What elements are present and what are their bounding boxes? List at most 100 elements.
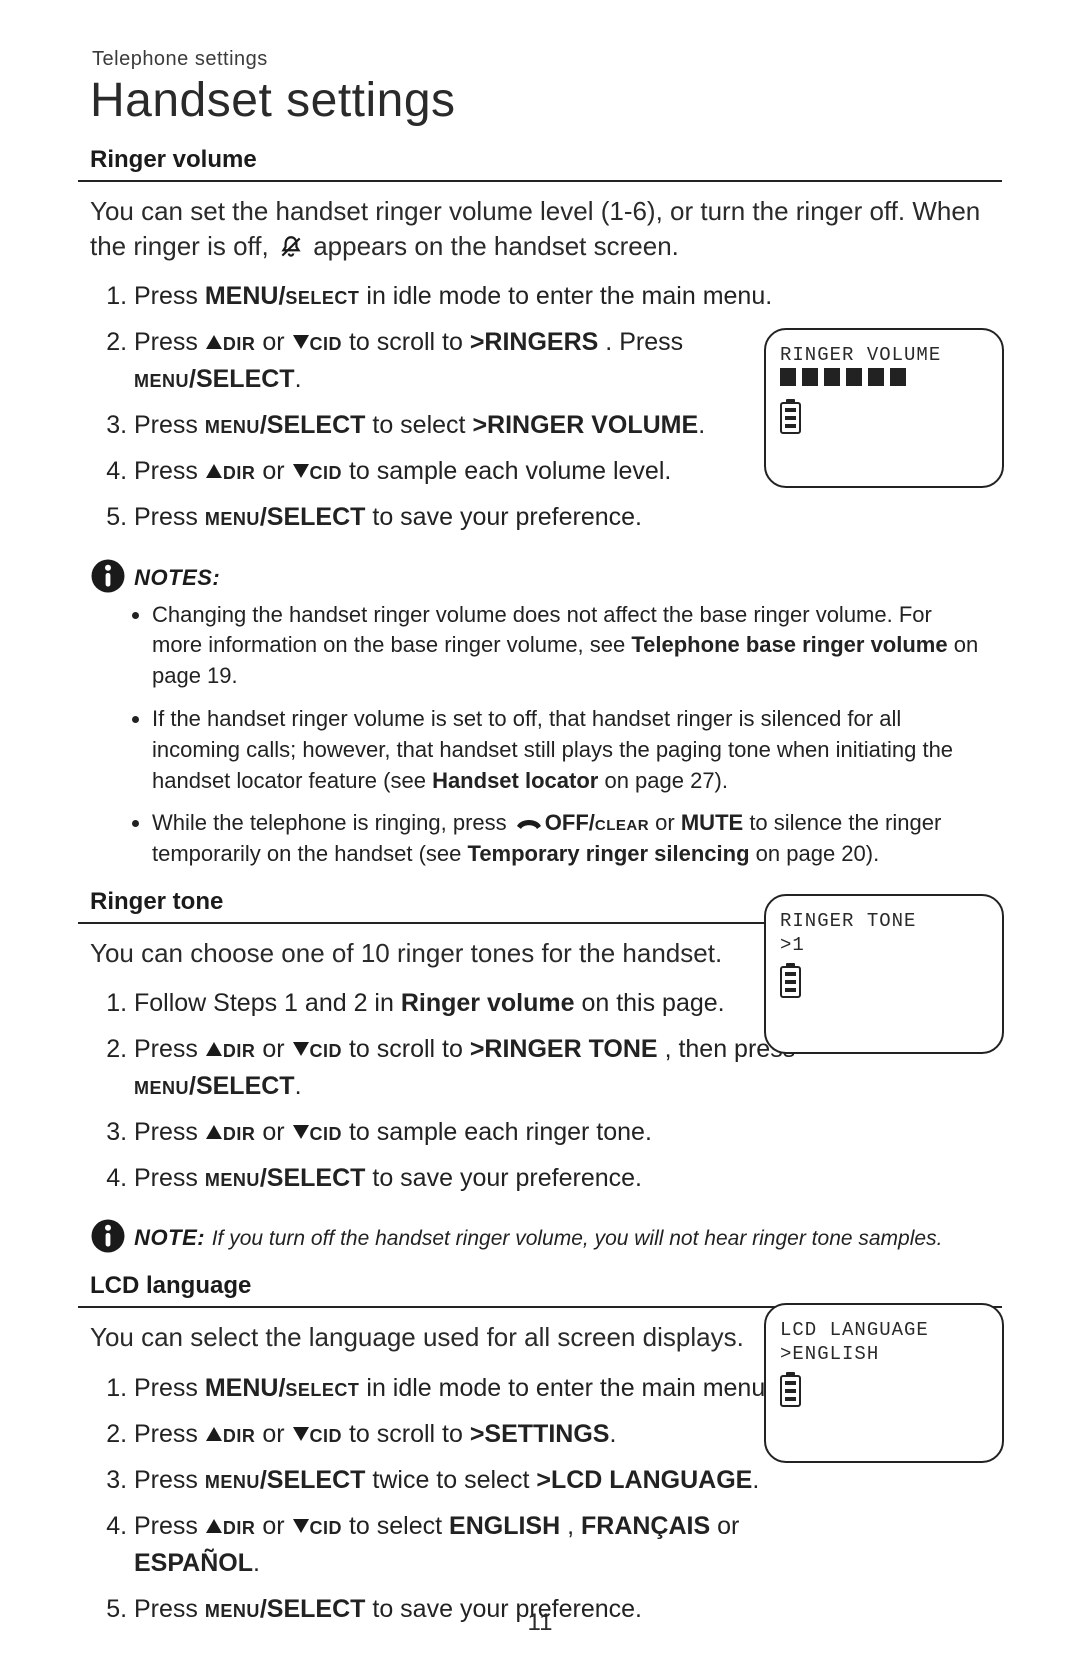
- t: or: [262, 1512, 291, 1540]
- t: to scroll to: [349, 1035, 470, 1063]
- t: Ringer volume: [401, 989, 575, 1017]
- t: /SELECT: [260, 1164, 366, 1192]
- t: or: [262, 1118, 291, 1146]
- t: or: [262, 328, 291, 356]
- t: >RINGER TONE: [470, 1035, 658, 1063]
- step-4: Press dir or cid to sample each volume l…: [134, 453, 802, 489]
- notes-label: NOTES:: [134, 565, 220, 590]
- note-label: NOTE:: [134, 1225, 212, 1250]
- step-1: Press MENU/select in idle mode to enter …: [134, 1370, 802, 1406]
- t: cid: [310, 1512, 343, 1540]
- t: menu: [134, 365, 189, 393]
- t: Press: [134, 282, 205, 310]
- t: Press: [134, 1374, 205, 1402]
- notes-heading: NOTES:: [90, 558, 990, 594]
- t: Telephone base ringer volume: [631, 632, 947, 657]
- info-icon: [90, 1218, 126, 1254]
- step-4: Press menu/SELECT to save your preferenc…: [134, 1160, 802, 1196]
- t: ENGLISH: [449, 1512, 560, 1540]
- t: or: [655, 810, 681, 835]
- t: FRANÇAIS: [581, 1512, 710, 1540]
- arrow-up-icon: [206, 464, 222, 478]
- arrow-down-icon: [293, 335, 309, 349]
- lcd-preview-ringer-volume: RINGER VOLUME: [764, 328, 1004, 488]
- key-menu-select: MENU/select: [205, 1374, 367, 1402]
- lcd-preview-lcd-language: LCD LANGUAGE >ENGLISH: [764, 1303, 1004, 1463]
- t: dir: [223, 1420, 256, 1448]
- hangup-icon: [515, 810, 543, 828]
- t: on page 20).: [756, 841, 880, 866]
- arrow-up-icon: [206, 335, 222, 349]
- t: dir: [223, 1512, 256, 1540]
- t: Press: [134, 457, 205, 485]
- ringer-volume-steps: Press MENU/select in idle mode to enter …: [84, 278, 802, 536]
- t: or: [262, 457, 291, 485]
- bell-off-icon: [278, 234, 304, 260]
- t: >RINGERS: [470, 328, 599, 356]
- lcd-language-steps: Press MENU/select in idle mode to enter …: [84, 1370, 802, 1628]
- page-number: 11: [0, 1609, 1080, 1637]
- step-3: Press menu/SELECT to select >RINGER VOLU…: [134, 407, 802, 443]
- t: Press: [134, 1035, 205, 1063]
- t: Press: [134, 1512, 205, 1540]
- ringer-volume-intro: You can set the handset ringer volume le…: [90, 194, 990, 264]
- t: clear: [595, 810, 649, 835]
- page: Telephone settings Handset settings Ring…: [0, 0, 1080, 1677]
- t: cid: [310, 1035, 343, 1063]
- note-1: Changing the handset ringer volume does …: [152, 600, 982, 692]
- t: /SELECT: [260, 411, 366, 439]
- notes-list: Changing the handset ringer volume does …: [130, 600, 982, 870]
- key-dir: dir: [223, 457, 256, 485]
- t: Press: [134, 411, 205, 439]
- breadcrumb: Telephone settings: [92, 48, 1002, 71]
- lcd-line-1: RINGER TONE: [780, 910, 988, 932]
- t: Press: [134, 503, 205, 531]
- lcd-line-1: RINGER VOLUME: [780, 344, 988, 366]
- t: dir: [223, 1118, 256, 1146]
- t: >RINGER VOLUME: [472, 411, 698, 439]
- t: to select: [372, 411, 472, 439]
- t: >SETTINGS: [470, 1420, 610, 1448]
- section-heading-ringer-volume: Ringer volume: [90, 146, 1002, 174]
- t: ,: [567, 1512, 581, 1540]
- step-2: Press dir or cid to scroll to >RINGER TO…: [134, 1031, 802, 1104]
- t: /SELECT: [189, 365, 295, 393]
- key-cid: cid: [310, 328, 343, 356]
- t: cid: [310, 1420, 343, 1448]
- t: to sample each volume level.: [349, 457, 671, 485]
- arrow-up-icon: [206, 1042, 222, 1056]
- t: dir: [223, 1035, 256, 1063]
- t: Follow Steps 1 and 2 in: [134, 989, 401, 1017]
- t: Handset locator: [432, 768, 598, 793]
- arrow-down-icon: [293, 1427, 309, 1441]
- t: MENU/: [205, 1374, 286, 1402]
- t: twice to select: [372, 1466, 536, 1494]
- battery-icon: [780, 966, 801, 998]
- arrow-up-icon: [206, 1125, 222, 1139]
- section-heading-lcd-language: LCD language: [90, 1272, 1002, 1300]
- t: to save your preference.: [372, 1164, 642, 1192]
- intro-text-tail: appears on the handset screen.: [313, 231, 679, 261]
- t: menu: [205, 503, 260, 531]
- t: menu: [205, 411, 260, 439]
- t: /SELECT: [260, 1466, 366, 1494]
- t: While the telephone is ringing, press: [152, 810, 513, 835]
- lcd-line-2: >1: [780, 934, 988, 956]
- lcd-line-1: LCD LANGUAGE: [780, 1319, 988, 1341]
- step-1: Press MENU/select in idle mode to enter …: [134, 278, 802, 314]
- t: MENU/: [205, 282, 286, 310]
- t: select: [285, 282, 359, 310]
- t: in idle mode to enter the main menu.: [366, 282, 772, 310]
- t: on page 27).: [604, 768, 728, 793]
- t: ESPAÑOL: [134, 1549, 253, 1577]
- key-cid: cid: [310, 457, 343, 485]
- t: cid: [310, 1118, 343, 1146]
- note-2: If the handset ringer volume is set to o…: [152, 704, 982, 796]
- t: menu: [205, 1164, 260, 1192]
- t: on this page.: [581, 989, 724, 1017]
- t: Temporary ringer silencing: [468, 841, 750, 866]
- arrow-up-icon: [206, 1427, 222, 1441]
- lcd-preview-ringer-tone: RINGER TONE >1: [764, 894, 1004, 1054]
- key-dir: dir: [223, 328, 256, 356]
- t: menu: [134, 1072, 189, 1100]
